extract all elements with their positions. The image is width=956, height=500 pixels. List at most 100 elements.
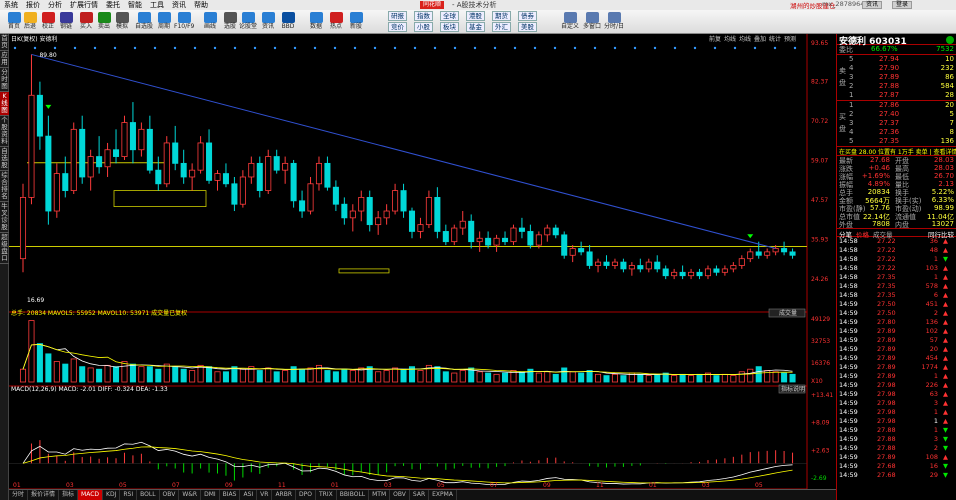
toolbar-btn-4[interactable]: 买入 <box>76 11 96 33</box>
toolbar-grid-4-0[interactable]: 期货 <box>492 11 511 21</box>
bid-row[interactable]: 2 27.40 5 <box>837 110 956 119</box>
kline-tag-3[interactable]: 叠加 <box>754 35 766 43</box>
fund-flow-row[interactable]: 在买盘 28.00 位置有 1万手 卖单 | 查看详情 <box>837 146 956 155</box>
login-button[interactable]: 登录 <box>892 1 913 9</box>
toolbar-btn-10[interactable]: 画线 <box>200 11 220 33</box>
bid-row[interactable]: 3 27.37 7 <box>837 119 956 128</box>
volume-select-label[interactable]: 成交量 <box>779 309 797 317</box>
toolbar-btn-11[interactable]: 选股 <box>220 11 240 33</box>
macd-help-label[interactable]: 指标说明 <box>781 385 805 393</box>
indicator-tab-14[interactable]: DPO <box>296 490 316 500</box>
indicator-tab-12[interactable]: VR <box>257 490 273 500</box>
toolbar-btn-3[interactable]: 钢链 <box>56 11 76 33</box>
y-tick-0: 93.65 <box>811 40 828 47</box>
kline-tag-4[interactable]: 统计 <box>769 35 781 43</box>
ask-row[interactable]: 3 27.89 86 <box>837 73 956 82</box>
indicator-tab-5[interactable]: RSI <box>120 490 138 500</box>
tab-ticks[interactable]: 分笔 <box>837 229 854 239</box>
ask-row[interactable]: 2 27.88 584 <box>837 82 956 91</box>
toolbar-btn-5[interactable]: 卖出 <box>94 11 114 33</box>
indicator-tab-9[interactable]: DMI <box>201 490 220 500</box>
indicator-tab-10[interactable]: BIAS <box>220 490 241 500</box>
indicator-tab-7[interactable]: OBV <box>160 490 180 500</box>
toolbar-grid-1-1[interactable]: 小股 <box>414 22 433 32</box>
toolbar-btn-16[interactable]: 热点 <box>326 11 346 33</box>
indicator-tab-13[interactable]: ARBR <box>272 490 297 500</box>
indicator-tab-19[interactable]: SAR <box>410 490 430 500</box>
peer-compare-tab[interactable]: 同行比较 <box>926 229 956 239</box>
left-nav-item-5[interactable]: 自选股 <box>0 147 9 171</box>
indicator-tab-18[interactable]: OBV <box>390 490 410 500</box>
toolbar-grid-4-1[interactable]: 外汇 <box>492 22 511 32</box>
left-nav-item-8[interactable]: 超级盘口 <box>0 233 9 264</box>
news-button[interactable]: 资讯 <box>862 1 883 9</box>
kline-tag-1[interactable]: 均线 <box>724 35 736 43</box>
bid-row[interactable]: 5 27.35 136 <box>837 137 956 146</box>
ask-row[interactable]: 1 27.87 28 <box>837 91 956 100</box>
menu-system[interactable]: 系统 <box>0 0 22 10</box>
toolbar-grid-2-0[interactable]: 全球 <box>440 11 459 21</box>
toolbar-grid-5-0[interactable]: 债券 <box>518 11 537 21</box>
toolbar-grid-2-1[interactable]: 板块 <box>440 22 459 32</box>
kline-chart[interactable]: 日K(复权) 安德利 前复 均线 均线 叠加 统计 预测93.6582.3770.7259.… <box>9 34 836 489</box>
left-nav-item-1[interactable]: 应用 <box>0 51 9 68</box>
left-nav-item-0[interactable]: 首页 <box>0 34 9 51</box>
toolbar-btn-1[interactable]: 后退 <box>20 11 40 33</box>
indicator-tab-3[interactable]: MACD <box>78 490 104 500</box>
toolbar-grid-5-1[interactable]: 美股 <box>518 22 537 32</box>
toolbar-grid-3-0[interactable]: 港股 <box>466 11 485 21</box>
left-nav-item-2[interactable]: 分时图 <box>0 68 9 92</box>
toolbar-right-1[interactable]: 多窗口 <box>582 11 602 33</box>
indicator-tab-17[interactable]: MTM <box>369 490 391 500</box>
menu-smart[interactable]: 智能 <box>124 0 146 10</box>
toolbar-btn-6[interactable]: 模拟 <box>112 11 132 33</box>
indicator-tab-20[interactable]: EXPMA <box>429 490 457 500</box>
toolbar-grid-3-1[interactable]: 基金 <box>466 22 485 32</box>
menu-news[interactable]: 资讯 <box>168 0 190 10</box>
signal-dot <box>73 46 77 50</box>
ask-row[interactable]: 4 27.90 232 <box>837 64 956 73</box>
menu-quote[interactable]: 报价 <box>22 0 44 10</box>
toolbar-right-0[interactable]: 自定义 <box>560 11 580 33</box>
toolbar-grid-0-1[interactable]: 竞价 <box>388 22 407 32</box>
kline-tag-5[interactable]: 预测 <box>784 35 796 43</box>
menu-extended[interactable]: 扩展行情 <box>66 0 102 10</box>
menu-help[interactable]: 帮助 <box>190 0 212 10</box>
indicator-tab-16[interactable]: BBIBOLL <box>337 490 370 500</box>
toolbar-btn-9[interactable]: F10/F9 <box>174 11 194 33</box>
ask-row[interactable]: 5 27.94 10 <box>837 55 956 64</box>
toolbar-btn-15[interactable]: 数据 <box>306 11 326 33</box>
toolbar-btn-8[interactable]: 周期 <box>154 11 174 33</box>
toolbar-right-2[interactable]: 分时/日 <box>604 11 624 33</box>
kline-tag-0[interactable]: 前复 <box>709 35 721 43</box>
toolbar-grid-1-0[interactable]: 指数 <box>414 11 433 21</box>
bid-row[interactable]: 1 27.86 20 <box>837 101 956 110</box>
left-nav-item-6[interactable]: 综合排名 <box>0 171 9 202</box>
indicator-tab-2[interactable]: 指标 <box>59 490 79 500</box>
indicator-tab-15[interactable]: TRIX <box>316 490 337 500</box>
tab-volume[interactable]: 成交量 <box>871 229 895 239</box>
kline-tag-2[interactable]: 均线 <box>739 35 751 43</box>
left-nav-item-4[interactable]: 个股资料 <box>0 116 9 147</box>
tab-price[interactable]: 价格 <box>854 229 871 239</box>
toolbar-btn-14[interactable]: BBD <box>278 11 298 33</box>
menu-analysis[interactable]: 分析 <box>44 0 66 10</box>
indicator-tab-8[interactable]: W&R <box>179 490 202 500</box>
toolbar-btn-13[interactable]: 资讯 <box>258 11 278 33</box>
indicator-tab-11[interactable]: ASI <box>240 490 258 500</box>
left-nav-item-3[interactable]: K线图 <box>0 92 9 116</box>
bid-row[interactable]: 4 27.36 8 <box>837 128 956 137</box>
toolbar-btn-2[interactable]: 校正 <box>38 11 58 33</box>
indicator-tab-4[interactable]: KDJ <box>103 490 121 500</box>
toolbar-btn-7[interactable]: 自选股 <box>134 11 154 33</box>
indicator-tab-6[interactable]: BOLL <box>137 490 160 500</box>
menu-tools[interactable]: 工具 <box>146 0 168 10</box>
indicator-tab-0[interactable]: 分时 <box>9 490 29 500</box>
left-nav-item-7[interactable]: 牛叉诊股 <box>0 202 9 233</box>
menu-entrust[interactable]: 委托 <box>102 0 124 10</box>
toolbar-btn-12[interactable]: 论股堂 <box>238 11 258 33</box>
pie-icon[interactable] <box>946 36 954 44</box>
toolbar-btn-17[interactable]: 新股 <box>346 11 366 33</box>
toolbar-grid-0-0[interactable]: 研报 <box>388 11 407 21</box>
indicator-tab-1[interactable]: 报价详情 <box>28 490 60 500</box>
